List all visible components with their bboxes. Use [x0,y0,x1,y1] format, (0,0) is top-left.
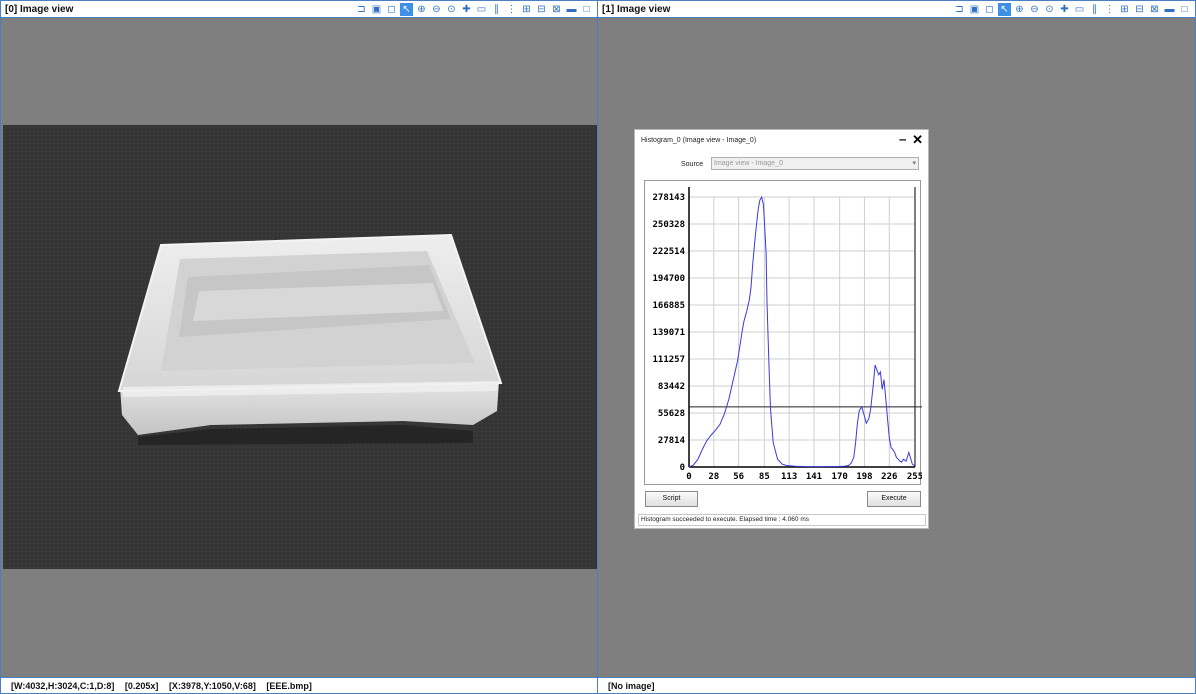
image-view-toolbar: ⊐ ▣ ◻ ↖ ⊕ ⊖ ⊙ ✚ ▭ ∥ ⋮ ⊞ ⊟ ⊠ ▬ □ [953,2,1191,17]
y-tick-label: 166885 [652,301,685,311]
pointer-icon[interactable]: ↖ [998,3,1011,16]
grid-icon[interactable]: ⋮ [505,3,518,16]
x-tick-label: 85 [759,472,770,482]
layout-4-icon[interactable]: ▬ [565,3,578,16]
x-tick-label: 56 [733,472,744,482]
image-canvas[interactable] [3,125,597,569]
zoom-fit-icon[interactable]: ⊕ [415,3,428,16]
measure-icon[interactable]: ∥ [1088,3,1101,16]
x-tick-labels: 0 28 56 85 113 141 170 198 226 255 [686,472,922,482]
source-select[interactable]: Image view - Image_0 ▾ [711,157,919,170]
layout-1-icon[interactable]: ⊞ [520,3,533,16]
y-tick-label: 27814 [658,436,686,446]
fullscreen-icon[interactable]: □ [580,3,593,16]
y-tick-label: 111257 [652,355,685,365]
pane-title: [1] Image view [602,4,671,15]
clear-icon[interactable]: ◻ [385,3,398,16]
layout-1-icon[interactable]: ⊞ [1118,3,1131,16]
no-image-status: [No image] [608,681,655,691]
image-view-toolbar: ⊐ ▣ ◻ ↖ ⊕ ⊖ ⊙ ✚ ▭ ∥ ⋮ ⊞ ⊟ ⊠ ▬ □ [355,2,593,17]
crosshair-icon[interactable]: ✚ [460,3,473,16]
chart-axes [688,187,916,468]
minimize-icon[interactable]: ‒ [899,132,906,146]
layout-3-icon[interactable]: ⊠ [1148,3,1161,16]
measure-icon[interactable]: ∥ [490,3,503,16]
y-tick-label: 222514 [652,247,685,257]
pixel-info: [X:3978,Y:1050,V:68] [168,681,256,691]
histogram-chart: 0 27814 55628 83442 111257 139071 166885 194700… [644,180,922,485]
ruler-icon[interactable]: ▭ [475,3,488,16]
zoom-level: [0.205x] [124,681,159,691]
save-icon[interactable]: ▣ [370,3,383,16]
x-tick-label: 28 [708,472,719,482]
pane-title: [0] Image view [5,4,74,15]
y-tick-label: 0 [680,463,685,473]
script-button[interactable]: Script [645,491,698,507]
dialog-status-message: Histogram succeeded to execute. Elapsed … [638,514,926,526]
save-icon[interactable]: ▣ [968,3,981,16]
x-tick-label: 170 [832,472,848,482]
chart-grid [688,196,916,468]
chevron-down-icon: ▾ [912,160,916,167]
source-value: Image view - Image_0 [714,160,783,167]
zoom-in-icon[interactable]: ⊙ [1043,3,1056,16]
y-tick-label: 194700 [652,274,685,284]
pointer-icon[interactable]: ↖ [400,3,413,16]
folder-open-icon[interactable]: ⊐ [953,3,966,16]
layout-2-icon[interactable]: ⊟ [535,3,548,16]
execute-button[interactable]: Execute [867,491,921,507]
status-bar: [No image] [598,677,1195,693]
image-view-1[interactable]: [1] Image view ⊐ ▣ ◻ ↖ ⊕ ⊖ ⊙ ✚ ▭ ∥ ⋮ ⊞ ⊟… [597,0,1196,694]
grid-icon[interactable]: ⋮ [1103,3,1116,16]
pane-title-bar: [1] Image view ⊐ ▣ ◻ ↖ ⊕ ⊖ ⊙ ✚ ▭ ∥ ⋮ ⊞ ⊟… [598,1,1195,18]
layout-4-icon[interactable]: ▬ [1163,3,1176,16]
histogram-svg: 0 27814 55628 83442 111257 139071 166885 194700… [652,187,922,482]
y-tick-label: 83442 [658,382,685,392]
y-tick-label: 250328 [652,220,685,230]
pane-title-bar: [0] Image view ⊐ ▣ ◻ ↖ ⊕ ⊖ ⊙ ✚ ▭ ∥ ⋮ ⊞ ⊟… [1,1,597,18]
close-icon[interactable]: ✕ [912,132,923,148]
x-tick-label: 255 [907,472,922,482]
status-bar: [W:4032,H:3024,C:1,D:8] [0.205x] [X:3978… [1,677,597,693]
y-tick-label: 278143 [652,193,685,203]
x-tick-label: 141 [806,472,822,482]
plastic-box-photo [3,125,597,569]
dialog-title: Histogram_0 (Image view - Image_0) [641,137,757,144]
zoom-out-icon[interactable]: ⊖ [1028,3,1041,16]
y-tick-labels: 0 27814 55628 83442 111257 139071 166885 194700… [652,193,685,473]
histogram-dialog[interactable]: Histogram_0 (Image view - Image_0) ‒ ✕ S… [634,129,929,529]
file-name: [EEE.bmp] [266,681,312,691]
fullscreen-icon[interactable]: □ [1178,3,1191,16]
clear-icon[interactable]: ◻ [983,3,996,16]
y-tick-label: 55628 [658,409,685,419]
x-tick-label: 226 [881,472,897,482]
source-label: Source [681,161,704,168]
y-tick-label: 139071 [652,328,685,338]
zoom-out-icon[interactable]: ⊖ [430,3,443,16]
image-view-0[interactable]: [0] Image view ⊐ ▣ ◻ ↖ ⊕ ⊖ ⊙ ✚ ▭ ∥ ⋮ ⊞ ⊟… [0,0,598,694]
x-tick-label: 0 [686,472,691,482]
x-tick-label: 113 [781,472,797,482]
layout-2-icon[interactable]: ⊟ [1133,3,1146,16]
image-size-info: [W:4032,H:3024,C:1,D:8] [11,681,115,691]
zoom-in-icon[interactable]: ⊙ [445,3,458,16]
ruler-icon[interactable]: ▭ [1073,3,1086,16]
x-tick-label: 198 [856,472,872,482]
layout-3-icon[interactable]: ⊠ [550,3,563,16]
crosshair-icon[interactable]: ✚ [1058,3,1071,16]
folder-open-icon[interactable]: ⊐ [355,3,368,16]
zoom-fit-icon[interactable]: ⊕ [1013,3,1026,16]
